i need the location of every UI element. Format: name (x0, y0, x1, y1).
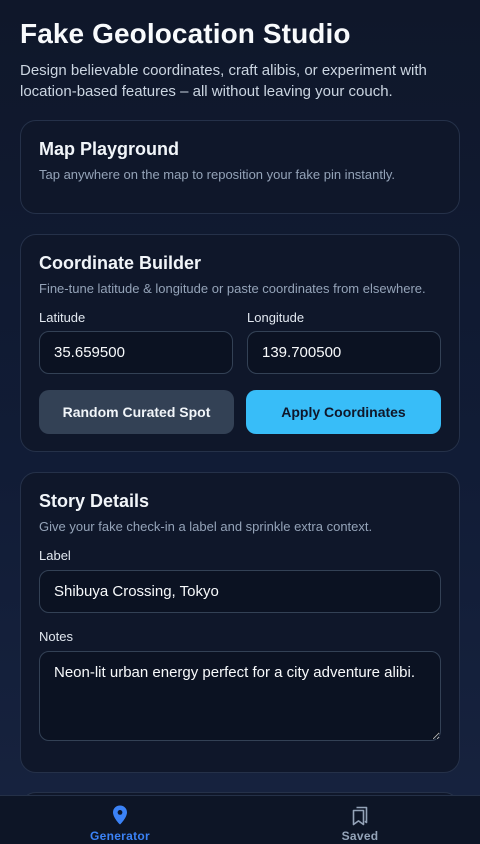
map-pin-icon (113, 805, 127, 825)
random-curated-spot-button[interactable]: Random Curated Spot (39, 390, 234, 434)
notes-field-label: Notes (39, 629, 73, 644)
story-card-title: Story Details (39, 491, 150, 511)
bookmarks-icon (352, 806, 368, 826)
nav-item-generator[interactable]: Generator (0, 796, 240, 844)
page-title: Fake Geolocation Studio (20, 18, 351, 49)
notes-textarea[interactable]: Neon-lit urban energy perfect for a city… (39, 651, 441, 741)
story-card-description: Give your fake check-in a label and spri… (39, 519, 373, 534)
nav-item-saved[interactable]: Saved (240, 796, 480, 844)
map-card-title: Map Playground (39, 139, 180, 159)
latitude-field-group: Latitude (39, 310, 233, 374)
map-playground-card[interactable]: Map Playground Tap anywhere on the map t… (20, 120, 460, 214)
story-details-card: Story Details Give your fake check-in a … (20, 472, 460, 773)
page-subtitle: Design believable coordinates, craft ali… (20, 62, 427, 100)
longitude-input[interactable] (247, 331, 441, 374)
longitude-field-group: Longitude (247, 310, 441, 374)
bottom-nav: Generator Saved (0, 795, 480, 844)
map-card-description: Tap anywhere on the map to reposition yo… (39, 167, 396, 182)
label-input[interactable] (39, 570, 441, 613)
nav-label-saved: Saved (341, 829, 379, 843)
coordinate-builder-card: Coordinate Builder Fine-tune latitude & … (20, 234, 460, 452)
coord-card-description: Fine-tune latitude & longitude or paste … (39, 281, 426, 296)
coord-card-title: Coordinate Builder (39, 253, 202, 273)
nav-label-generator: Generator (89, 829, 151, 843)
longitude-label: Longitude (247, 310, 305, 325)
apply-coordinates-button[interactable]: Apply Coordinates (246, 390, 441, 434)
latitude-input[interactable] (39, 331, 233, 374)
label-field-label: Label (39, 548, 71, 563)
latitude-label: Latitude (39, 310, 86, 325)
